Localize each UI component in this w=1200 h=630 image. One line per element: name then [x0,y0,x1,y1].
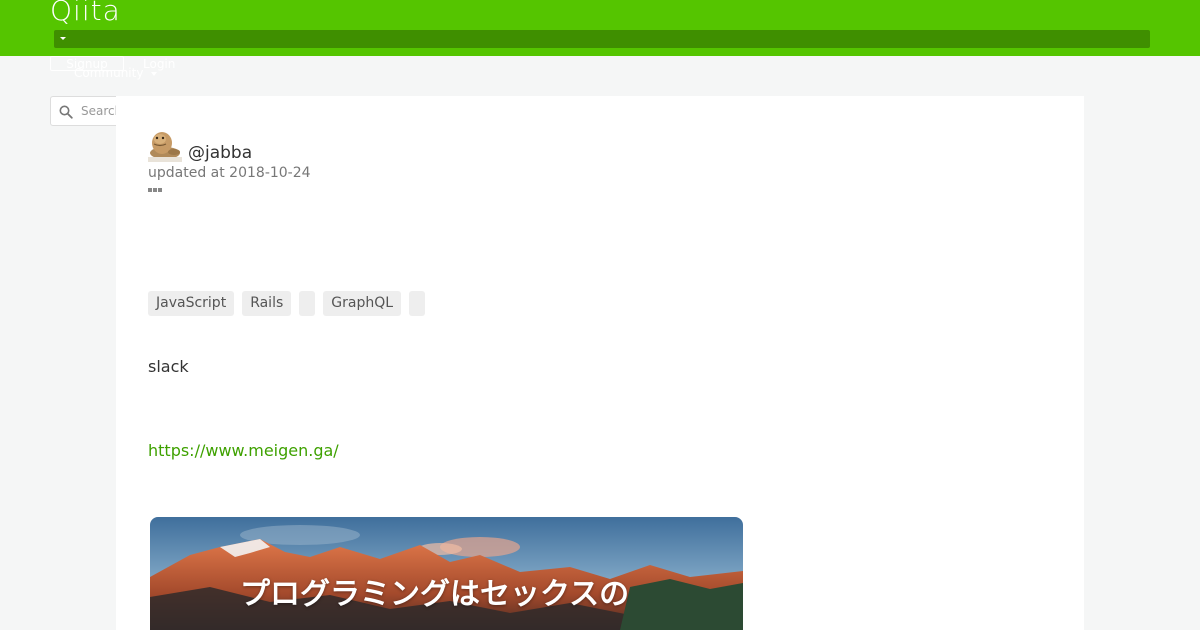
ogp-image[interactable]: プログラミングはセックスの [150,517,743,630]
more-icon[interactable] [148,187,164,193]
search-icon [59,105,73,119]
tag-unlabeled-2[interactable] [409,291,426,316]
ogp-title: プログラミングはセックスの [240,577,630,612]
chevron-down-icon [60,37,66,40]
article-link[interactable]: https://www.meigen.ga/ [148,440,339,462]
mountain-landscape-image [150,517,743,630]
chevron-down-icon [151,72,157,76]
tag-graphql[interactable]: GraphQL [323,291,402,316]
tag-unlabeled-1[interactable] [299,291,316,316]
tag-javascript[interactable]: JavaScript [148,291,235,316]
tag-rails[interactable]: Rails [242,291,292,316]
author-name[interactable]: @jabba [188,142,252,164]
updated-date: updated at 2018-10-24 [148,165,311,181]
tag-list: JavaScript Rails GraphQL [148,291,426,316]
author-avatar[interactable] [148,128,182,162]
site-header: Qiita [0,0,1200,56]
community-menu[interactable]: Community [74,66,143,80]
login-link[interactable]: Login [143,57,175,71]
qiita-logo[interactable]: Qiita [50,0,121,28]
header-menu-bar[interactable] [54,30,1150,48]
article-body-text: slack [148,357,189,376]
